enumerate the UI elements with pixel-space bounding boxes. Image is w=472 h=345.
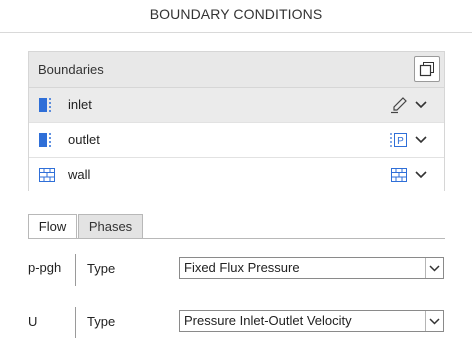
chevron-down-icon[interactable] <box>425 311 443 331</box>
boundaries-heading: Boundaries <box>38 62 104 77</box>
wall-icon[interactable] <box>389 166 409 184</box>
panel-title: BOUNDARY CONDITIONS <box>149 6 323 22</box>
boundary-row-outlet[interactable]: outlet P <box>29 123 444 158</box>
chevron-down-icon[interactable] <box>414 97 428 113</box>
field-separator <box>75 254 76 286</box>
wall-icon <box>39 168 55 187</box>
select-value: Fixed Flux Pressure <box>184 260 300 275</box>
boundary-row-inlet[interactable]: inlet <box>29 88 444 123</box>
tab-flow[interactable]: Flow <box>28 214 77 239</box>
patch-icon <box>39 98 53 117</box>
title-divider <box>0 32 472 33</box>
field-label-p-pgh: p-pgh <box>28 260 62 275</box>
boundary-name: inlet <box>68 97 92 112</box>
tab-phases[interactable]: Phases <box>78 214 143 239</box>
type-label: Type <box>87 314 116 329</box>
tab-divider <box>28 238 445 239</box>
chevron-down-icon[interactable] <box>425 258 443 278</box>
type-label: Type <box>87 261 116 276</box>
patch-icon <box>39 133 53 152</box>
field-separator <box>75 307 76 338</box>
select-value: Pressure Inlet-Outlet Velocity <box>184 313 352 328</box>
boundary-row-wall[interactable]: wall <box>29 158 444 193</box>
pressure-label: P <box>397 136 404 147</box>
field-label-u: U <box>28 314 38 329</box>
pencil-icon[interactable] <box>389 96 409 114</box>
copy-icon <box>419 62 434 77</box>
boundaries-header: Boundaries <box>29 52 444 88</box>
chevron-down-icon[interactable] <box>414 167 428 183</box>
copy-button[interactable] <box>414 56 440 82</box>
chevron-down-icon[interactable] <box>414 132 428 148</box>
boundaries-panel: Boundaries inlet outlet P wall <box>28 51 445 193</box>
pressure-p-icon[interactable]: P <box>389 131 409 149</box>
boundary-name: outlet <box>68 132 100 147</box>
boundary-name: wall <box>68 167 91 182</box>
u-type-select[interactable]: Pressure Inlet-Outlet Velocity <box>179 310 444 332</box>
p-pgh-type-select[interactable]: Fixed Flux Pressure <box>179 257 444 279</box>
